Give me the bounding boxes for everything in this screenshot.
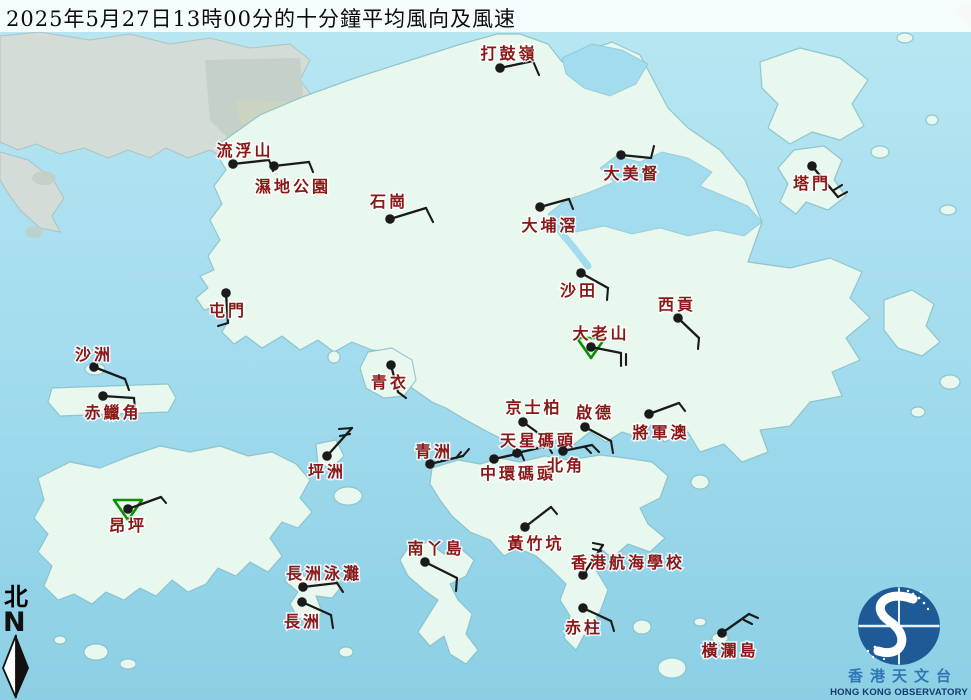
wind-barb-feather	[605, 286, 610, 302]
island-soko	[119, 658, 137, 670]
wind-map-screen: 打鼓嶺流浮山濕地公園石崗大埔滘 大美督塔門沙田屯門 西貢大老山沙洲赤鱲角 青衣京士柏啟…	[0, 0, 971, 700]
station-label: 啟德	[576, 403, 614, 422]
station-dot	[644, 409, 654, 419]
station-label: 沙田	[560, 281, 598, 300]
island-south-small	[693, 617, 707, 627]
station-label: 屯門	[209, 301, 247, 320]
station-label: 濕地公園	[255, 177, 331, 196]
station-dot	[489, 454, 499, 464]
station-label: 將軍澳	[632, 423, 689, 442]
island-tung-lung	[690, 474, 710, 490]
island-ne-small	[925, 114, 939, 126]
station-label: 昂坪	[109, 516, 147, 535]
station-dot	[616, 150, 626, 160]
station-dot	[298, 582, 308, 592]
station-dot	[578, 603, 588, 613]
station-label: 中環碼頭	[480, 464, 556, 483]
station-dot	[228, 159, 238, 169]
island-east-small	[939, 374, 961, 390]
island-hei-ling-chau	[333, 486, 363, 506]
station-dot	[123, 504, 133, 514]
station-label: 香港航海學校	[570, 553, 685, 572]
map-canvas: 打鼓嶺流浮山濕地公園石崗大埔滘 大美督塔門沙田屯門 西貢大老山沙洲赤鱲角 青衣京士柏啟…	[0, 0, 971, 700]
station-dot	[322, 451, 332, 461]
wind-barb-feather	[696, 336, 701, 351]
station-label: 大老山	[572, 324, 629, 343]
station-dot	[586, 342, 596, 352]
station-dot	[385, 214, 395, 224]
title-bar: 2025年5月27日13時00分的十分鐘平均風向及風速	[0, 0, 971, 32]
island-south-small	[632, 619, 652, 635]
station-dot	[518, 417, 528, 427]
station-label: 黃竹坑	[506, 534, 564, 553]
station-label: 大美督	[603, 164, 660, 183]
station-label: 青洲	[415, 442, 453, 461]
station-label: 北角	[547, 456, 585, 475]
station-dot	[269, 161, 279, 171]
island-soko	[53, 635, 67, 645]
station-dot	[297, 597, 307, 607]
station-dot	[558, 446, 568, 456]
wind-barb-feather	[454, 576, 459, 593]
station-dot	[98, 391, 108, 401]
hko-logo-name-en: HONG KONG OBSERVATORY	[830, 687, 968, 698]
station-label: 赤柱	[565, 618, 603, 637]
island-ne-small	[896, 32, 914, 44]
station-dot	[221, 288, 231, 298]
station-dot	[807, 161, 817, 171]
station-label: 沙洲	[75, 345, 113, 364]
station-label: 赤鱲角	[84, 403, 141, 422]
station-label: 橫瀾島	[701, 641, 758, 660]
station-dot	[495, 63, 505, 73]
island-po-toi	[657, 657, 687, 679]
station-label: 坪洲	[308, 462, 346, 481]
station-label: 京士柏	[505, 398, 562, 417]
station-dot	[520, 522, 530, 532]
island-deep-bay	[25, 226, 43, 238]
station-label: 打鼓嶺	[480, 44, 537, 63]
station-label: 南丫島	[407, 539, 464, 558]
island-soko	[83, 643, 109, 661]
station-dot	[580, 422, 590, 432]
station-dot	[576, 268, 586, 278]
station-label: 西貢	[658, 295, 696, 314]
island-ne-small	[939, 204, 957, 216]
station-dot	[717, 628, 727, 638]
station-label: 大埔滘	[521, 216, 578, 235]
station-label: 長洲泳灘	[286, 564, 362, 583]
hko-logo-name-zh: 香港天文台	[848, 667, 958, 685]
station-label: 塔門	[793, 174, 831, 193]
station-dot	[420, 557, 430, 567]
station-dot	[386, 360, 396, 370]
station-label: 石崗	[369, 192, 408, 211]
compass-letter: N	[3, 607, 26, 638]
map-title: 2025年5月27日13時00分的十分鐘平均風向及風速	[6, 7, 516, 31]
island-east-small	[910, 406, 926, 418]
wind-barb-feather	[337, 426, 354, 431]
island-ne-small	[870, 145, 890, 159]
station-label: 青衣	[371, 373, 409, 392]
station-label: 流浮山	[216, 141, 273, 160]
island-south-small	[338, 646, 354, 658]
station-dot	[535, 202, 545, 212]
station-label: 長洲	[284, 612, 322, 631]
island-ma-wan	[327, 350, 341, 364]
island-deep-bay	[32, 171, 56, 185]
station-dot	[673, 313, 683, 323]
